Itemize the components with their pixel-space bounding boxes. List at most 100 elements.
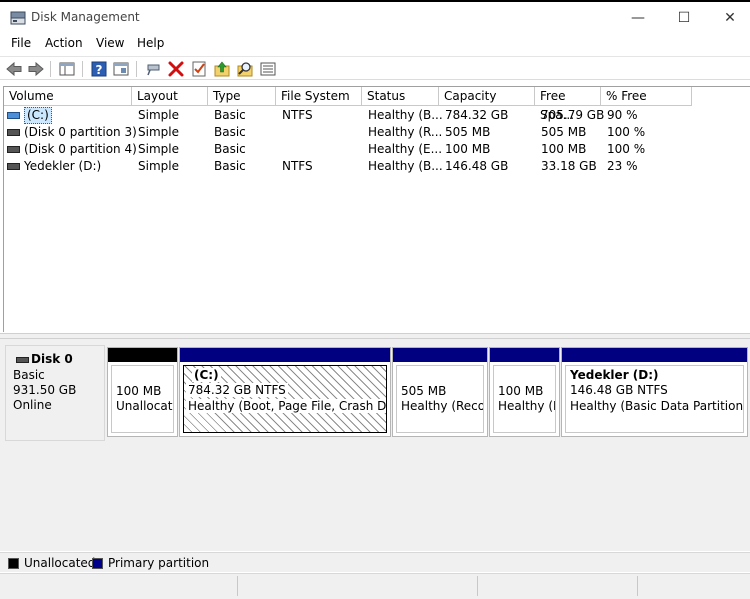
disk-management-app-icon — [10, 11, 26, 25]
partition-status: Healthy (Recov — [401, 399, 484, 413]
status-segment — [0, 576, 238, 596]
column-header-volume[interactable]: Volume — [4, 87, 132, 106]
console-icon[interactable] — [112, 60, 130, 78]
column-header-percent-free[interactable]: % Free — [601, 87, 692, 106]
volume-drive-icon — [7, 146, 20, 153]
partition-yedekler-d[interactable]: Yedekler (D:) 146.48 GB NTFS Healthy (Ba… — [561, 347, 748, 437]
partition-status: Unallocate — [116, 399, 174, 413]
menu-file[interactable]: File — [11, 36, 31, 50]
partition-color-bar — [180, 348, 390, 362]
window-title: Disk Management — [31, 10, 140, 24]
cell-volume: (Disk 0 partition 3) — [24, 125, 137, 139]
folder-up-icon[interactable] — [213, 60, 231, 78]
partition-disk0-partition4[interactable]: 100 MB Healthy (El — [489, 347, 560, 437]
cell-percent-free: 23 % — [607, 159, 638, 173]
cell-capacity: 100 MB — [445, 142, 491, 156]
status-segment — [238, 576, 478, 596]
menu-help[interactable]: Help — [137, 36, 164, 50]
status-segment — [478, 576, 638, 596]
cell-status: Healthy (B... — [368, 108, 443, 122]
cell-percent-free: 100 % — [607, 142, 646, 156]
title-bar: Disk Management — ☐ ✕ — [0, 0, 750, 32]
table-row[interactable]: (Disk 0 partition 3) Simple Basic Health… — [4, 124, 744, 141]
disk-state: Online — [13, 398, 52, 412]
partition-color-bar — [490, 348, 559, 362]
forward-arrow-icon[interactable] — [27, 60, 45, 78]
cell-free-space: 705.79 GB — [541, 108, 605, 122]
cell-layout: Simple — [138, 108, 179, 122]
cell-free-space: 100 MB — [541, 142, 587, 156]
back-arrow-icon[interactable] — [5, 60, 23, 78]
legend: Unallocated Primary partition — [0, 552, 750, 572]
cell-percent-free: 90 % — [607, 108, 638, 122]
partition-status: Healthy (Boot, Page File, Crash Dump — [186, 399, 386, 413]
column-header-free-space[interactable]: Free Spa... — [535, 87, 601, 122]
legend-swatch-primary — [92, 558, 103, 569]
partition-color-bar — [393, 348, 487, 362]
partition-body: (C:) 784.32 GB NTFS Healthy (Boot, Page … — [183, 365, 387, 433]
toolbar: ? — [0, 56, 750, 80]
volume-drive-icon — [7, 129, 20, 136]
menu-bar: File Action View Help — [0, 33, 750, 55]
status-bar — [0, 573, 750, 599]
legend-label-unallocated: Unallocated — [24, 556, 96, 570]
table-row[interactable]: (C:) Simple Basic NTFS Healthy (B... 784… — [4, 107, 744, 124]
cell-volume: Yedekler (D:) — [24, 159, 102, 173]
cell-free-space: 33.18 GB — [541, 159, 597, 173]
legend-swatch-unallocated — [8, 558, 19, 569]
cell-type: Basic — [214, 125, 246, 139]
table-row[interactable]: (Disk 0 partition 4) Simple Basic Health… — [4, 141, 744, 158]
maximize-button[interactable]: ☐ — [673, 8, 695, 28]
cell-type: Basic — [214, 159, 246, 173]
cell-status: Healthy (E... — [368, 142, 443, 156]
partition-body: 100 MB Healthy (El — [493, 365, 556, 433]
partition-title: Yedekler (D:) — [570, 368, 659, 382]
checklist-icon[interactable] — [190, 60, 208, 78]
partition-body: Yedekler (D:) 146.48 GB NTFS Healthy (Ba… — [565, 365, 744, 433]
search-folder-icon[interactable] — [236, 60, 254, 78]
menu-action[interactable]: Action — [45, 36, 83, 50]
table-row[interactable]: Yedekler (D:) Simple Basic NTFS Healthy … — [4, 158, 744, 175]
cell-status: Healthy (R... — [368, 125, 443, 139]
partition-body: 505 MB Healthy (Recov — [396, 365, 484, 433]
help-icon[interactable]: ? — [90, 60, 108, 78]
cell-percent-free: 100 % — [607, 125, 646, 139]
properties-pane-icon[interactable] — [58, 60, 76, 78]
partition-size: 100 MB — [116, 384, 162, 398]
delete-icon[interactable] — [167, 60, 185, 78]
cell-capacity: 505 MB — [445, 125, 491, 139]
cell-capacity: 146.48 GB — [445, 159, 509, 173]
cell-type: Basic — [214, 108, 246, 122]
cell-status: Healthy (B... — [368, 159, 443, 173]
column-header-status[interactable]: Status — [362, 87, 439, 106]
volume-drive-icon — [7, 112, 20, 119]
partition-size: 505 MB — [401, 384, 447, 398]
cell-layout: Simple — [138, 159, 179, 173]
disk-0-label[interactable]: Disk 0 Basic 931.50 GB Online — [5, 345, 105, 441]
toolbar-separator — [136, 61, 137, 77]
partition-status: Healthy (Basic Data Partition) — [570, 399, 744, 413]
column-header-file-system[interactable]: File System — [276, 87, 362, 106]
volume-drive-icon — [7, 163, 20, 170]
partition-unallocated[interactable]: 100 MB Unallocate — [107, 347, 178, 437]
cell-layout: Simple — [138, 142, 179, 156]
disk-name: Disk 0 — [31, 352, 73, 366]
volume-list: Volume Layout Type File System Status Ca… — [3, 86, 750, 332]
partition-body: 100 MB Unallocate — [111, 365, 174, 433]
disk-size: 931.50 GB — [13, 383, 77, 397]
connect-drive-icon[interactable] — [144, 60, 162, 78]
partition-title: (C:) — [192, 368, 221, 382]
disk-type: Basic — [13, 368, 45, 382]
cell-file-system: NTFS — [282, 108, 313, 122]
column-header-layout[interactable]: Layout — [132, 87, 208, 106]
svg-text:?: ? — [96, 63, 103, 77]
list-view-icon[interactable] — [259, 60, 277, 78]
menu-view[interactable]: View — [96, 36, 124, 50]
toolbar-separator — [82, 61, 83, 77]
partition-disk0-partition3[interactable]: 505 MB Healthy (Recov — [392, 347, 488, 437]
close-button[interactable]: ✕ — [719, 8, 741, 28]
column-header-type[interactable]: Type — [208, 87, 276, 106]
partition-c[interactable]: (C:) 784.32 GB NTFS Healthy (Boot, Page … — [179, 347, 391, 437]
column-header-capacity[interactable]: Capacity — [439, 87, 535, 106]
minimize-button[interactable]: — — [627, 8, 649, 28]
